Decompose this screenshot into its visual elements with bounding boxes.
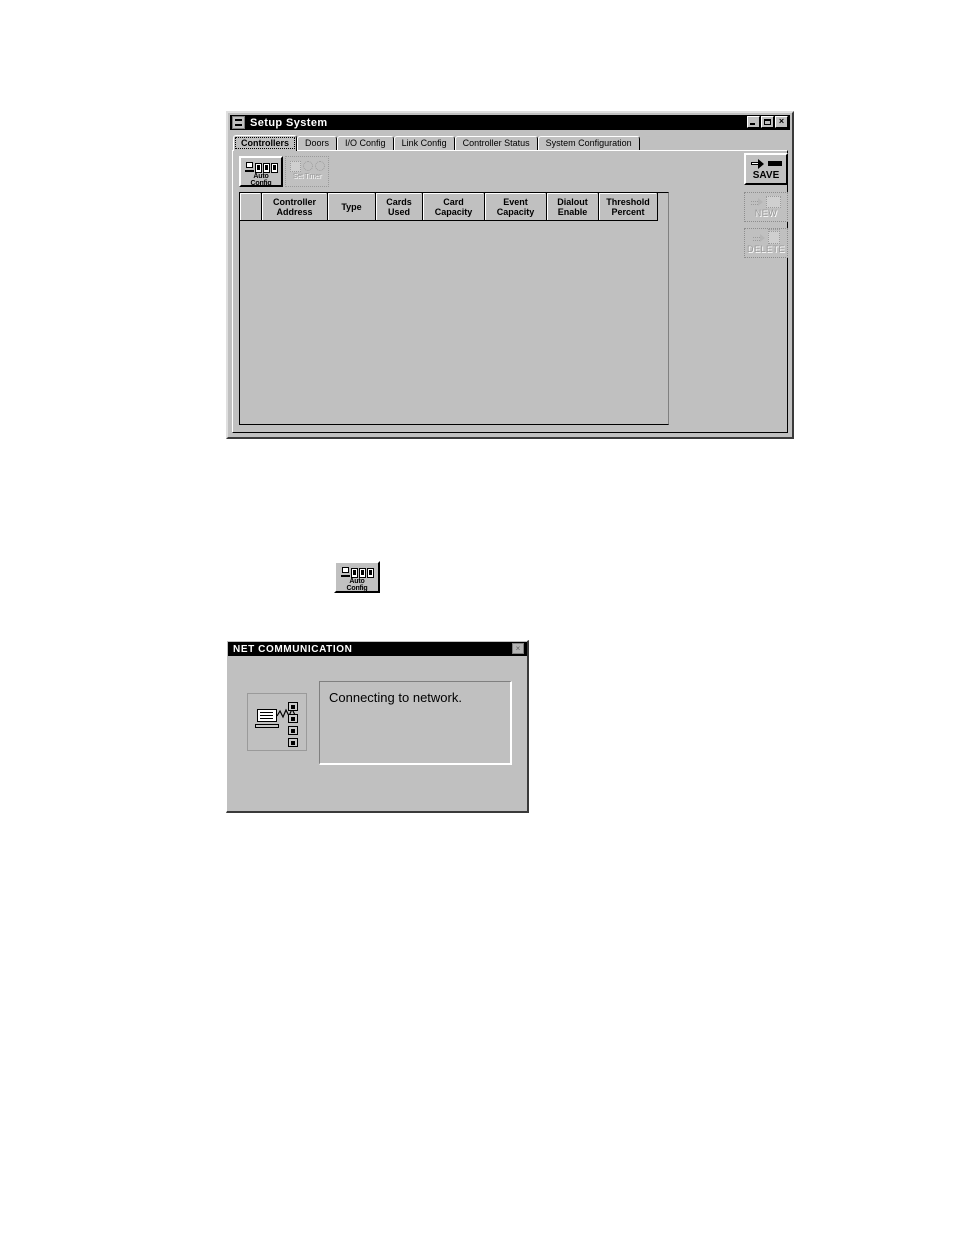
grid-body-empty[interactable] bbox=[240, 221, 668, 424]
net-message-text: Connecting to network. bbox=[329, 690, 462, 705]
tab-controllers[interactable]: Controllers bbox=[233, 135, 298, 151]
tab-link-config[interactable]: Link Config bbox=[393, 136, 455, 151]
tab-controller-status[interactable]: Controller Status bbox=[454, 136, 538, 151]
col-label-line2: Capacity bbox=[434, 206, 473, 217]
col-label-line1: Type bbox=[341, 201, 362, 212]
col-label-line1: Card bbox=[443, 196, 464, 207]
col-label-line1: Event bbox=[503, 196, 528, 207]
net-dialog-title: NET COMMUNICATION bbox=[233, 643, 353, 655]
auto-config-button-standalone[interactable]: Auto Config bbox=[334, 561, 380, 593]
grid-col-type[interactable]: Type bbox=[328, 193, 376, 220]
tab-doors[interactable]: Doors bbox=[297, 136, 338, 151]
setup-system-window: Setup System × Controllers Doors I/O Con… bbox=[226, 111, 794, 439]
auto-config-button[interactable]: Auto Config bbox=[239, 156, 283, 187]
col-label-line1: Threshold bbox=[606, 196, 650, 207]
grid-col-dialout-enable[interactable]: Dialout Enable bbox=[547, 193, 599, 220]
network-connection-icon bbox=[248, 694, 306, 750]
grid-col-event-capacity[interactable]: Event Capacity bbox=[485, 193, 547, 220]
save-button[interactable]: SAVE bbox=[744, 153, 788, 185]
save-label: SAVE bbox=[752, 170, 780, 181]
net-message-box: Connecting to network. bbox=[319, 681, 512, 765]
monitor-icon bbox=[255, 709, 279, 728]
set-timer-button[interactable]: Set Timer bbox=[285, 156, 329, 187]
set-timer-label: Set Timer bbox=[292, 173, 322, 180]
grid-col-controller-address[interactable]: Controller Address bbox=[262, 193, 328, 220]
window-menu-icon[interactable] bbox=[232, 116, 245, 129]
close-icon[interactable]: × bbox=[775, 116, 788, 128]
grid-col-cards-used[interactable]: Cards Used bbox=[376, 193, 423, 220]
net-communication-dialog: NET COMMUNICATION × Connecting to networ… bbox=[226, 640, 529, 813]
col-label-line1: Controller bbox=[272, 196, 316, 207]
auto-config-icon bbox=[336, 564, 378, 578]
network-icon-frame bbox=[247, 693, 307, 751]
close-icon[interactable]: × bbox=[512, 643, 524, 654]
col-label-line2: Used bbox=[387, 206, 410, 217]
grid-col-card-capacity[interactable]: Card Capacity bbox=[423, 193, 485, 220]
auto-config-label-line1: Auto bbox=[349, 578, 365, 585]
grid-header-row: Controller Address Type Cards Used Card … bbox=[240, 193, 658, 221]
tab-io-config[interactable]: I/O Config bbox=[337, 136, 394, 151]
set-timer-icon bbox=[286, 159, 328, 173]
col-label-line1: Dialout bbox=[557, 196, 588, 207]
auto-config-label-line2: Config bbox=[250, 180, 272, 187]
col-label-line2: Enable bbox=[557, 206, 588, 217]
setup-system-title: Setup System bbox=[250, 116, 328, 129]
auto-config-label-line2: Config bbox=[346, 585, 368, 592]
setup-system-titlebar[interactable]: Setup System × bbox=[230, 115, 790, 130]
new-label: NEW bbox=[754, 208, 778, 218]
minimize-icon[interactable] bbox=[747, 116, 760, 128]
col-label-line2: Percent bbox=[611, 206, 645, 217]
delete-record-icon bbox=[745, 229, 787, 244]
auto-config-icon bbox=[241, 159, 281, 173]
col-label-line2: Address bbox=[276, 206, 313, 217]
col-label-line2: Capacity bbox=[496, 206, 535, 217]
grid-col-threshold-percent[interactable]: Threshold Percent bbox=[599, 193, 658, 220]
delete-button[interactable]: DELETE bbox=[744, 228, 788, 258]
device-stack-icon bbox=[288, 702, 298, 747]
grid-col-select[interactable] bbox=[240, 193, 262, 220]
new-record-icon bbox=[745, 195, 787, 208]
controllers-tab-page: Auto Config Set Timer Controller Address… bbox=[232, 150, 788, 433]
window-controls: × bbox=[747, 116, 788, 128]
new-button[interactable]: NEW bbox=[744, 192, 788, 222]
auto-config-label-line1: Auto bbox=[253, 173, 269, 180]
grid-filler-area bbox=[670, 192, 742, 425]
save-icon bbox=[746, 157, 786, 170]
controllers-grid[interactable]: Controller Address Type Cards Used Card … bbox=[239, 192, 669, 425]
delete-label: DELETE bbox=[746, 244, 785, 254]
net-dialog-titlebar[interactable]: NET COMMUNICATION × bbox=[228, 642, 527, 656]
tab-system-configuration[interactable]: System Configuration bbox=[537, 136, 640, 151]
maximize-icon[interactable] bbox=[761, 116, 774, 128]
tabstrip: Controllers Doors I/O Config Link Config… bbox=[233, 135, 640, 151]
col-label-line1: Cards bbox=[386, 196, 412, 207]
